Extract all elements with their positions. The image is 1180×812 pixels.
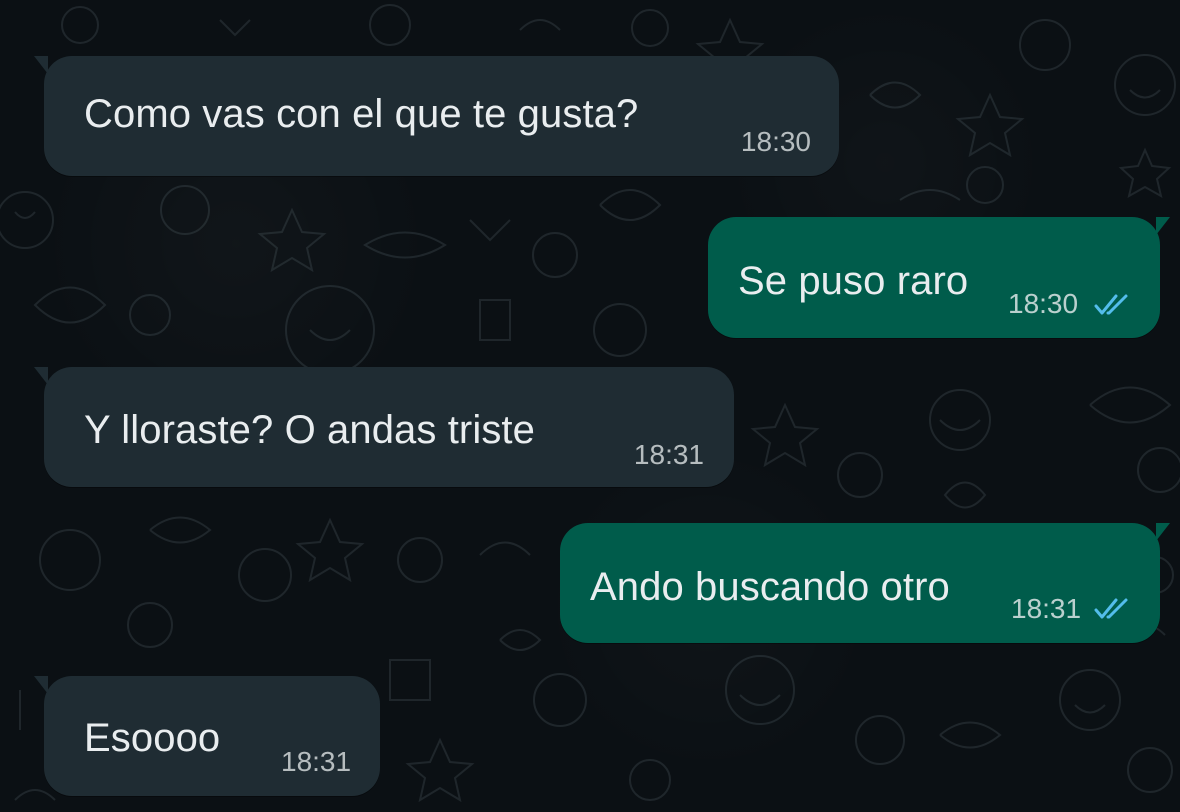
message-text: Como vas con el que te gusta? xyxy=(84,92,639,136)
message-bubble-outgoing[interactable]: Ando buscando otro 18:31 xyxy=(560,523,1170,643)
message-text: Y lloraste? O andas triste xyxy=(84,408,535,452)
message-text: Esoooo xyxy=(84,716,221,760)
message-time: 18:31 xyxy=(281,746,352,777)
bubble-tail xyxy=(1156,217,1170,235)
double-check-read-icon xyxy=(1094,598,1128,619)
bubble-tail xyxy=(34,367,48,385)
message-time: 18:31 xyxy=(633,439,704,470)
message-text: Ando buscando otro xyxy=(590,565,950,609)
chat-conversation: Como vas con el que te gusta? 18:30 Se p… xyxy=(0,0,1180,812)
bubble-tail xyxy=(34,56,48,74)
message-bubble-outgoing[interactable]: Se puso raro 18:30 xyxy=(708,217,1170,338)
bubble-tail xyxy=(1156,523,1170,541)
message-bubble-incoming[interactable]: Como vas con el que te gusta? 18:30 xyxy=(34,56,839,176)
message-bubble-incoming[interactable]: Esoooo 18:31 xyxy=(34,676,380,796)
message-time: 18:31 xyxy=(1011,593,1082,624)
message-time: 18:30 xyxy=(740,126,811,157)
message-time: 18:30 xyxy=(1008,288,1079,319)
message-text: Se puso raro xyxy=(738,259,969,303)
double-check-read-icon xyxy=(1094,294,1128,315)
message-bubble-incoming[interactable]: Y lloraste? O andas triste 18:31 xyxy=(34,367,734,487)
bubble-tail xyxy=(34,676,48,694)
